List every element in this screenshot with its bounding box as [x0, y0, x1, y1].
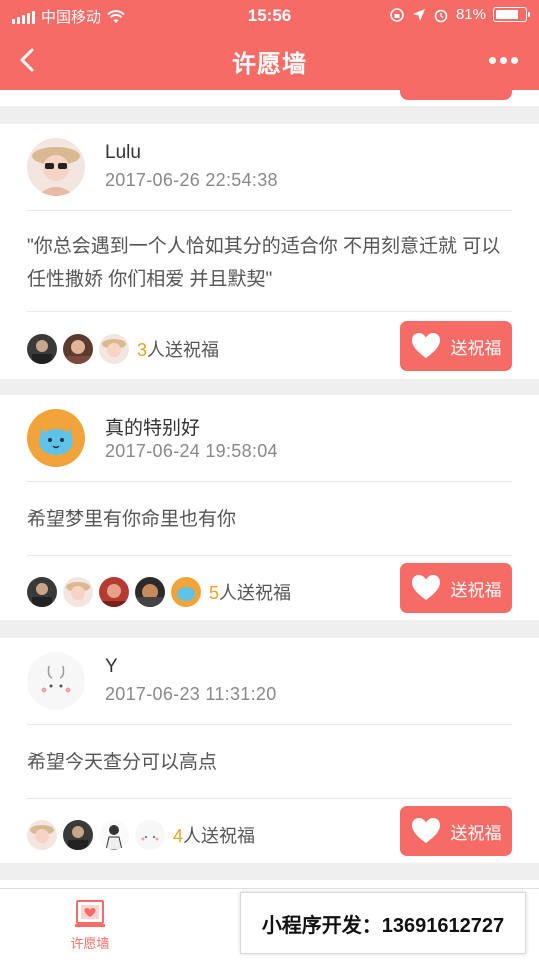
bless-count-suffix: 人送祝福 [183, 826, 256, 846]
blessers-row: 5人送祝福 [27, 577, 291, 607]
alarm-icon [434, 9, 448, 22]
divider [27, 724, 512, 725]
blessers-row: 4人送祝福 [27, 820, 255, 850]
bless-count-number: 5 [209, 583, 220, 603]
divider [27, 481, 512, 482]
send-blessing-button[interactable]: 送祝福 [400, 806, 512, 856]
send-blessing-label: 送祝福 [450, 823, 502, 843]
rotation-lock-icon [390, 7, 404, 22]
top-bar: 中国移动 15:56 81% 许愿墙 [0, 0, 539, 96]
send-blessing-button[interactable]: 送祝福 [400, 563, 512, 613]
tab-wish-wall[interactable]: 许愿墙 [50, 899, 130, 957]
promo-banner: 小程序开发：13691612727 [240, 892, 526, 954]
divider [27, 210, 512, 211]
send-blessing-label: 送祝福 [450, 580, 502, 600]
blesser-avatar [99, 577, 129, 607]
wish-message: "你总会遇到一个人恰如其分的适合你 不用刻意迁就 可以任性撒娇 你们相爱 并且默… [27, 236, 501, 290]
blessers-row: 3人送祝福 [27, 334, 219, 364]
avatar [27, 409, 85, 467]
blesser-avatar [27, 334, 57, 364]
bless-count: 4人送祝福 [173, 822, 255, 848]
wish-message: 希望今天查分可以高点 [27, 752, 218, 773]
bless-count-number: 3 [137, 340, 148, 360]
wish-message: 希望梦里有你命里也有你 [27, 509, 237, 530]
battery-icon [493, 7, 530, 22]
wish-card: Y 2017-06-23 11:31:20 希望今天查分可以高点 4人送祝福 送… [0, 638, 539, 863]
user-name: 真的特别好 [105, 418, 201, 439]
previous-bless-button[interactable] [400, 84, 512, 100]
page-title: 许愿墙 [232, 51, 307, 78]
blesser-avatar [135, 820, 165, 850]
tab-wish-wall-label: 许愿墙 [70, 936, 110, 951]
wish-wall-icon [75, 900, 105, 927]
post-date: 2017-06-26 22:54:38 [105, 170, 278, 190]
wish-card: Lulu 2017-06-26 22:54:38 "你总会遇到一个人恰如其分的适… [0, 124, 539, 379]
heart-icon [411, 333, 440, 358]
location-icon [412, 8, 425, 21]
avatar [27, 652, 85, 710]
blesser-avatar [63, 820, 93, 850]
bless-count: 3人送祝福 [137, 336, 219, 362]
blesser-avatar [99, 334, 129, 364]
blesser-avatar [27, 820, 57, 850]
bless-count-suffix: 人送祝福 [219, 583, 292, 603]
blesser-avatar [99, 820, 129, 850]
post-date: 2017-06-23 11:31:20 [105, 684, 277, 704]
user-name: Y [105, 656, 118, 677]
more-dot [488, 56, 496, 64]
more-dot [499, 56, 507, 64]
battery-percent: 81% [455, 6, 486, 23]
blesser-avatar [171, 577, 201, 607]
divider [27, 798, 512, 799]
navigation-bar: 许愿墙 [0, 32, 539, 90]
bless-count-number: 4 [173, 826, 184, 846]
send-blessing-label: 送祝福 [450, 338, 502, 358]
divider [27, 311, 512, 312]
wish-card: 真的特别好 2017-06-24 19:58:04 希望梦里有你命里也有你 5人… [0, 395, 539, 620]
divider [27, 555, 512, 556]
more-button[interactable] [483, 40, 523, 80]
more-dot [510, 56, 518, 64]
blesser-avatar [135, 577, 165, 607]
heart-icon [411, 818, 440, 843]
blesser-avatar [27, 577, 57, 607]
user-name: Lulu [105, 142, 141, 163]
bless-count: 5人送祝福 [209, 579, 291, 605]
blesser-avatar [63, 577, 93, 607]
send-blessing-button[interactable]: 送祝福 [400, 321, 512, 371]
bless-count-suffix: 人送祝福 [147, 340, 220, 360]
avatar [27, 138, 85, 196]
blesser-avatar [63, 334, 93, 364]
post-date: 2017-06-24 19:58:04 [105, 441, 278, 461]
status-bar: 中国移动 15:56 81% [0, 0, 539, 32]
heart-icon [411, 575, 440, 600]
